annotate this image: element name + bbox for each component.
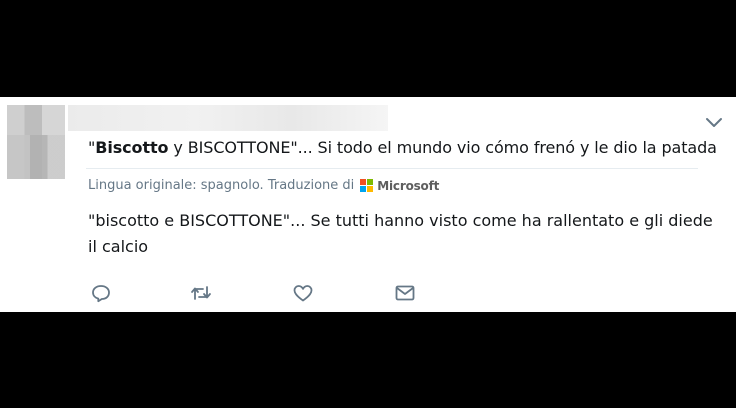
tweet-card: "Biscotto y BISCOTTONE"... Si todo el mu… [0, 97, 736, 312]
screenshot-frame: "Biscotto y BISCOTTONE"... Si todo el mu… [0, 0, 736, 408]
avatar[interactable] [7, 105, 65, 179]
envelope-icon[interactable] [394, 283, 416, 303]
original-rest: y BISCOTTONE"... Si todo el mundo vio có… [168, 138, 717, 157]
tweet-original-text: "Biscotto y BISCOTTONE"... Si todo el mu… [88, 138, 717, 157]
translator-name: Microsoft [377, 178, 440, 193]
translated-text: "biscotto e BISCOTTONE"... Se tutti hann… [88, 211, 713, 256]
heart-icon[interactable] [292, 283, 314, 303]
reply-icon[interactable] [90, 283, 112, 303]
chevron-down-icon[interactable] [704, 115, 724, 131]
divider [86, 168, 698, 169]
retweet-icon[interactable] [190, 283, 212, 303]
translation-label: Lingua originale: spagnolo. Traduzione d… [88, 178, 355, 193]
translation-attribution: Lingua originale: spagnolo. Traduzione d… [88, 178, 439, 193]
bold-word: Biscotto [95, 138, 169, 157]
microsoft-logo-icon [360, 179, 374, 192]
blurred-user-name [68, 105, 388, 131]
